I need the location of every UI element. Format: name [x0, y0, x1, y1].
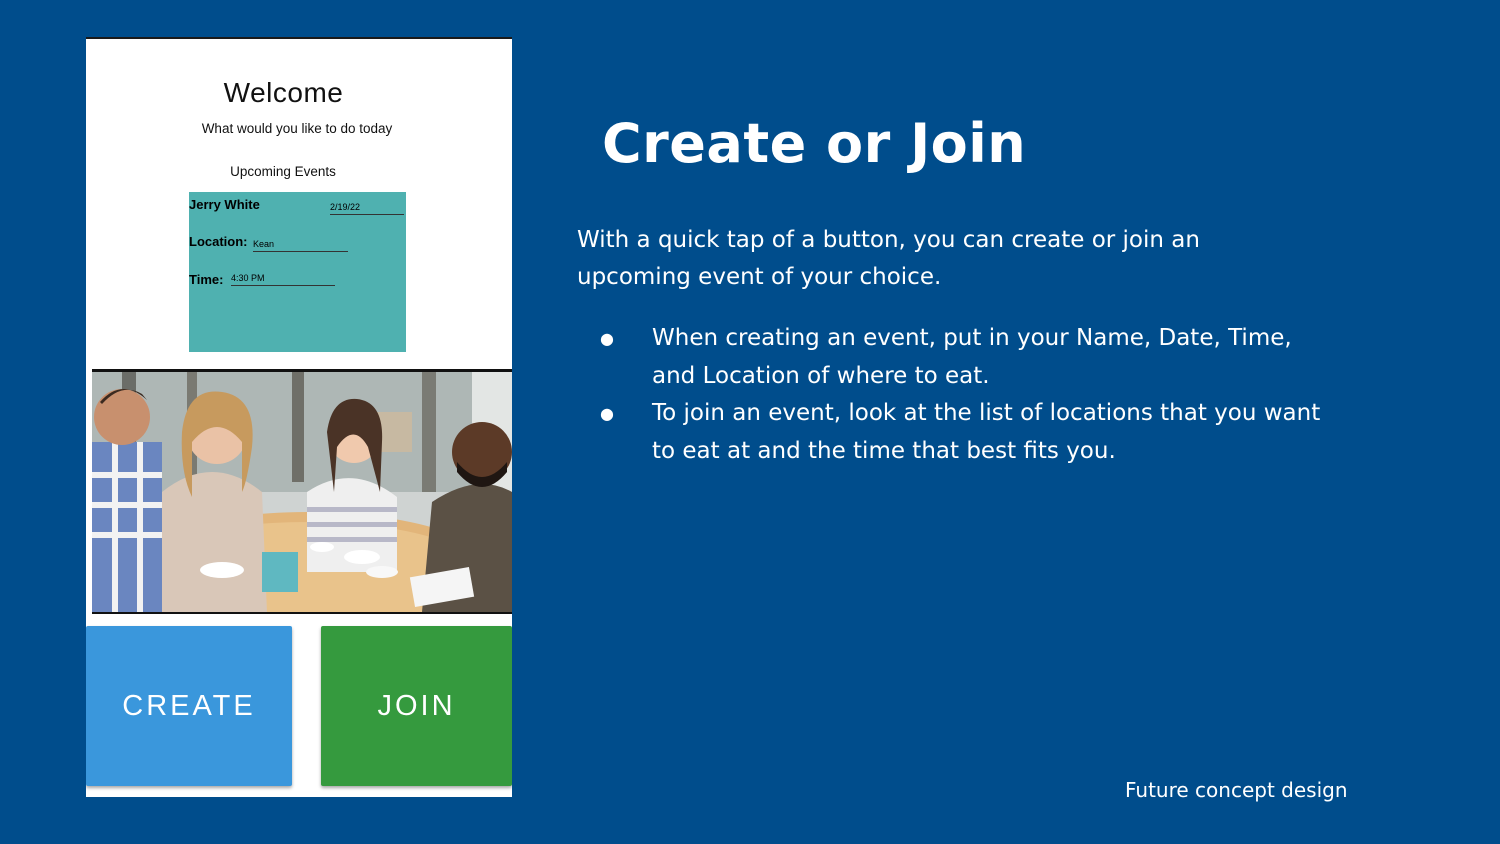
create-button[interactable]: CREATE: [86, 626, 292, 786]
bullet-dot-icon: ●: [600, 329, 614, 348]
footer-note: Future concept design: [1125, 778, 1348, 802]
event-location-value: Kean: [253, 239, 348, 252]
people-dining-photo: [92, 369, 512, 614]
event-date: 2/19/22: [330, 202, 404, 215]
join-button[interactable]: JOIN: [321, 626, 512, 786]
bullet-dot-icon: ●: [600, 404, 614, 423]
event-time-value: 4:30 PM: [231, 273, 335, 286]
bullet-item: ● When creating an event, put in your Na…: [598, 320, 1338, 395]
bullet-item: ● To join an event, look at the list of …: [598, 395, 1338, 470]
event-host-name: Jerry White: [189, 197, 260, 212]
slide-title: Create or Join: [602, 112, 1027, 175]
welcome-heading: Welcome: [223, 77, 344, 108]
event-location-label: Location:: [189, 234, 248, 249]
welcome-subtitle: What would you like to do today: [201, 121, 393, 136]
slide-intro: With a quick tap of a button, you can cr…: [577, 227, 1200, 290]
event-card[interactable]: Jerry White 2/19/22 Location: Kean Time:…: [189, 192, 406, 352]
bullet-text: When creating an event, put in your Name…: [652, 325, 1292, 389]
phone-mockup: Welcome What would you like to do today …: [86, 37, 512, 797]
upcoming-events-label: Upcoming Events: [230, 164, 336, 179]
bullet-text: To join an event, look at the list of lo…: [652, 400, 1321, 464]
bullet-list: ● When creating an event, put in your Na…: [598, 320, 1338, 470]
event-time-label: Time:: [189, 272, 224, 287]
